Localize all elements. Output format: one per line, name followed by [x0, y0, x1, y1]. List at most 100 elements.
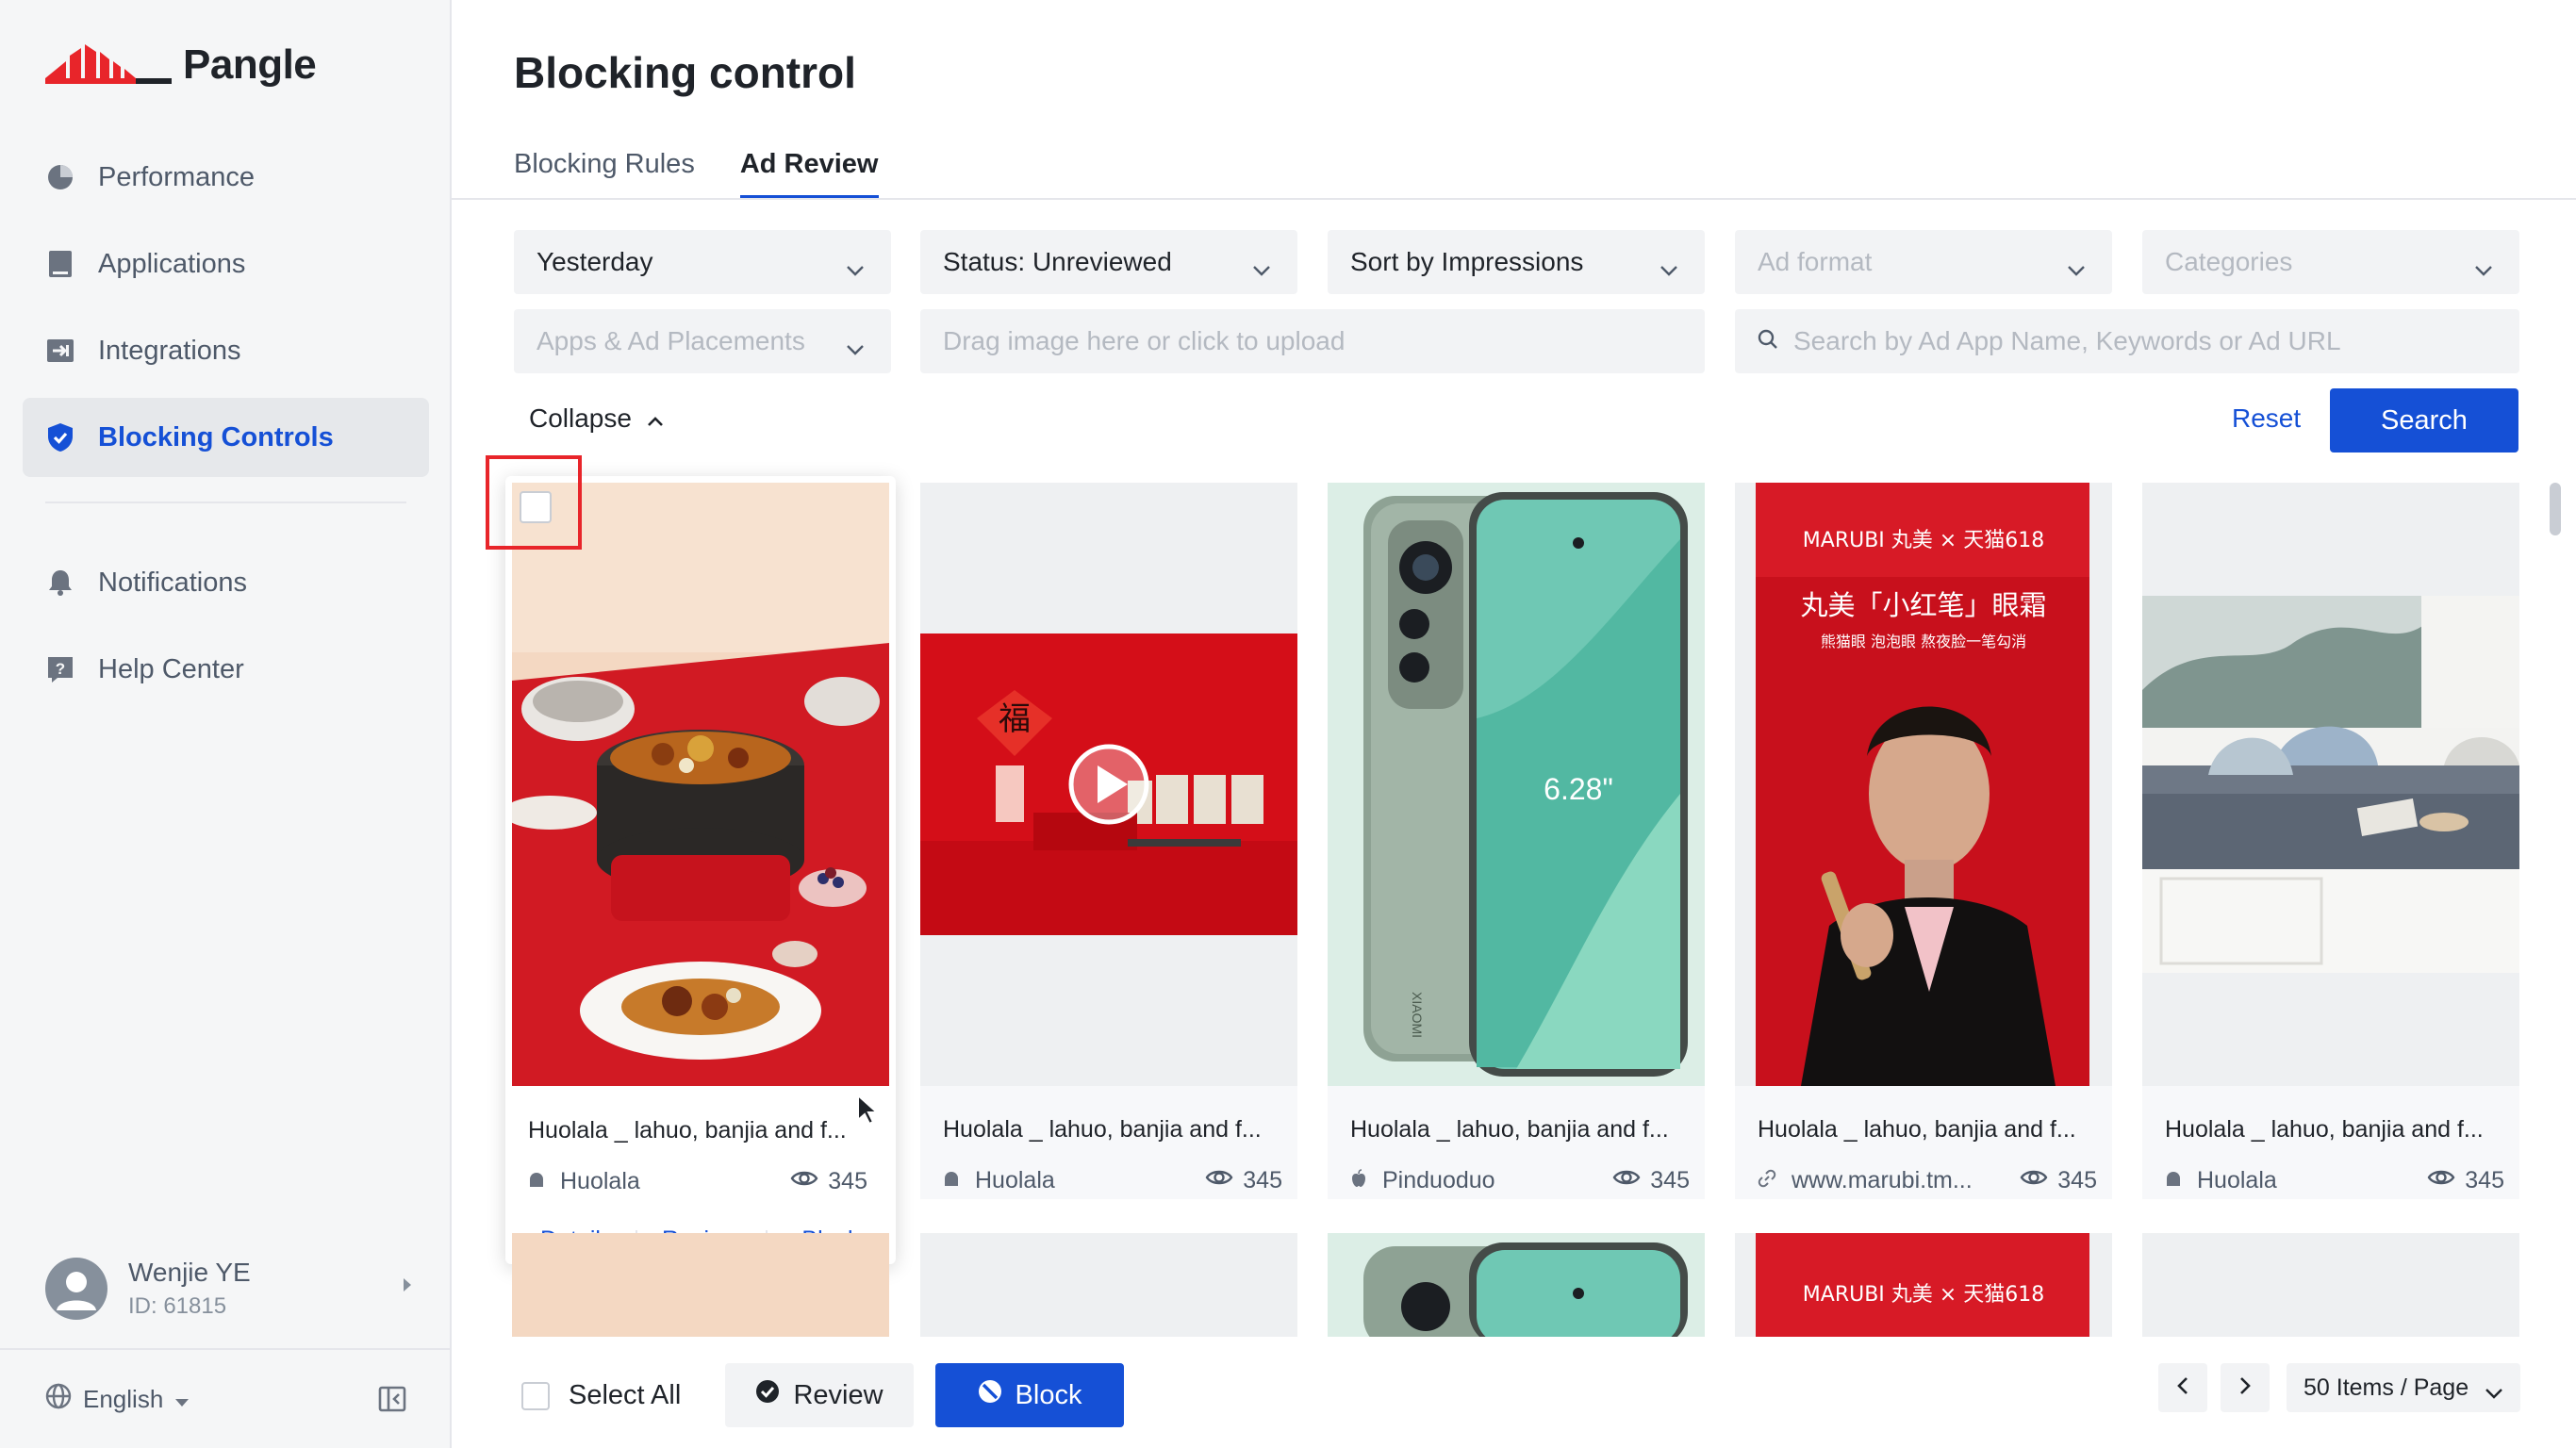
svg-text:?: ?: [56, 660, 65, 678]
chevron-down-icon: [2485, 1378, 2503, 1406]
ad-card-partial[interactable]: [1328, 1233, 1705, 1337]
ad-creative-video[interactable]: 福: [920, 483, 1297, 1086]
check-circle-icon: [755, 1379, 780, 1411]
impressions-count: 345: [828, 1168, 867, 1194]
impressions-count: 345: [1650, 1167, 1690, 1193]
sidebar-item-help-center[interactable]: ? Help Center: [23, 630, 429, 709]
ad-brand-text: MARUBI 丸美 × 天猫618: [1803, 1283, 2044, 1307]
ad-card-title: Huolala _ lahuo, banjia and f...: [943, 1116, 1262, 1143]
sidebar-item-label: Performance: [98, 161, 256, 192]
sort-select[interactable]: Sort by Impressions: [1328, 230, 1705, 294]
search-button[interactable]: Search: [2330, 388, 2518, 452]
chevron-up-icon: [647, 403, 664, 434]
apps-placements-placeholder: Apps & Ad Placements: [537, 326, 805, 355]
chevron-down-icon: [1660, 253, 1678, 283]
language-label: English: [83, 1384, 164, 1413]
shield-icon: [45, 422, 75, 452]
android-icon: [943, 1167, 960, 1194]
search-input[interactable]: Search by Ad App Name, Keywords or Ad UR…: [1735, 309, 2519, 373]
phone-brand-text: XIAOMI: [1410, 992, 1425, 1038]
sidebar-item-notifications[interactable]: Notifications: [23, 543, 429, 622]
sidebar-item-label: Applications: [98, 248, 246, 279]
page-title: Blocking control: [514, 48, 856, 97]
sidebar-item-label: Notifications: [98, 567, 247, 598]
chevron-down-icon: [1252, 253, 1271, 283]
bulk-block-button[interactable]: Block: [935, 1363, 1124, 1427]
sidebar-item-performance[interactable]: Performance: [23, 138, 429, 217]
date-select-value: Yesterday: [537, 247, 653, 276]
collapse-label: Collapse: [529, 403, 632, 433]
help-icon: ?: [45, 654, 75, 684]
sidebar-item-label: Integrations: [98, 335, 241, 366]
sidebar-item-integrations[interactable]: Integrations: [23, 311, 429, 390]
chevron-down-icon: [846, 332, 865, 362]
ad-card-meta: Huolala 345: [943, 1167, 1282, 1194]
apps-placements-select[interactable]: Apps & Ad Placements: [514, 309, 891, 373]
tab-blocking-rules[interactable]: Blocking Rules: [514, 149, 695, 199]
eye-cream-ad: MARUBI 丸美 × 天猫618 丸美「小红笔」眼霜 熊猫眼 泡泡眼 熬夜脸一…: [1735, 483, 2112, 1086]
ad-card-title: Huolala _ lahuo, banjia and f...: [1350, 1116, 1669, 1143]
ad-format-placeholder: Ad format: [1758, 247, 1873, 276]
ad-creative-image[interactable]: MARUBI 丸美 × 天猫618 丸美「小红笔」眼霜 熊猫眼 泡泡眼 熬夜脸一…: [1735, 483, 2112, 1086]
status-select-value: Status: Unreviewed: [943, 247, 1172, 276]
prev-page-button[interactable]: [2158, 1363, 2207, 1412]
impressions: 345: [1612, 1167, 1690, 1194]
ad-app-name: Pinduoduo: [1382, 1167, 1495, 1193]
ad-card[interactable]: XIAOMI 6.28" Huolala _ lahuo, banjia and…: [1328, 483, 1705, 1199]
sidebar-item-blocking-controls[interactable]: Blocking Controls: [23, 398, 429, 477]
checkbox-box: [521, 1381, 550, 1410]
sidebar-footer: English: [0, 1348, 450, 1448]
sort-select-value: Sort by Impressions: [1350, 247, 1584, 276]
globe-icon: [45, 1383, 72, 1416]
ad-card[interactable]: Huolala _ lahuo, banjia and f... Huolala…: [2142, 483, 2519, 1199]
items-per-page-select[interactable]: 50 Items / Page: [2287, 1363, 2520, 1412]
language-selector[interactable]: English: [45, 1383, 190, 1416]
android-icon: [528, 1168, 545, 1195]
window-seat-photo: [2142, 483, 2519, 1086]
ad-creative-image[interactable]: [512, 483, 889, 1086]
user-id: ID: 61815: [128, 1293, 227, 1319]
caret-down-icon: [174, 1385, 190, 1414]
ad-card-partial[interactable]: [2142, 1233, 2519, 1337]
ad-card-partial[interactable]: [920, 1233, 1297, 1337]
ad-creative-image[interactable]: [2142, 483, 2519, 1086]
status-select[interactable]: Status: Unreviewed: [920, 230, 1297, 294]
ad-card-meta: Pinduoduo 345: [1350, 1167, 1690, 1194]
sidebar-divider: [45, 502, 406, 503]
next-page-button[interactable]: [2221, 1363, 2270, 1412]
select-all-checkbox[interactable]: Select All: [521, 1380, 681, 1411]
pangle-logo[interactable]: Pangle: [45, 41, 317, 89]
categories-placeholder: Categories: [2165, 247, 2293, 276]
collapse-filters-button[interactable]: Collapse: [529, 403, 664, 434]
eye-icon: [2020, 1167, 2048, 1194]
ad-card[interactable]: MARUBI 丸美 × 天猫618 丸美「小红笔」眼霜 熊猫眼 泡泡眼 熬夜脸一…: [1735, 483, 2112, 1199]
date-select[interactable]: Yesterday: [514, 230, 891, 294]
user-profile[interactable]: Wenjie YE ID: 61815: [45, 1254, 413, 1324]
categories-select[interactable]: Categories: [2142, 230, 2519, 294]
bulk-block-label: Block: [1015, 1379, 1082, 1410]
sidebar-item-applications[interactable]: Applications: [23, 224, 429, 304]
impressions-count: 345: [2465, 1167, 2504, 1193]
impressions-count: 345: [1243, 1167, 1282, 1193]
search-icon: [1758, 326, 1778, 356]
ad-card[interactable]: 福 Huolala _ lahuo, banjia and f... Huola…: [920, 483, 1297, 1199]
ad-creative-image[interactable]: XIAOMI 6.28": [1328, 483, 1705, 1086]
ad-card-meta: www.marubi.tm... 345: [1758, 1167, 2097, 1194]
scrollbar-thumb[interactable]: [2550, 483, 2561, 535]
ad-format-select[interactable]: Ad format: [1735, 230, 2112, 294]
collapse-sidebar-icon[interactable]: [378, 1386, 406, 1419]
ad-card-checkbox[interactable]: [520, 491, 552, 523]
chevron-down-icon: [2474, 253, 2493, 283]
reset-button[interactable]: Reset: [2232, 403, 2301, 434]
user-name: Wenjie YE: [128, 1258, 251, 1287]
ad-card[interactable]: Huolala _ lahuo, banjia and f... Huolala…: [505, 476, 896, 1264]
bulk-review-button[interactable]: Review: [725, 1363, 914, 1427]
mouse-cursor-icon: [856, 1093, 881, 1130]
ad-card-partial[interactable]: MARUBI 丸美 × 天猫618: [1735, 1233, 2112, 1337]
ad-card-title: Huolala _ lahuo, banjia and f...: [1758, 1116, 2076, 1143]
ad-card-title: Huolala _ lahuo, banjia and f...: [2165, 1116, 2484, 1143]
search-placeholder: Search by Ad App Name, Keywords or Ad UR…: [1793, 326, 2341, 355]
tab-ad-review[interactable]: Ad Review: [739, 149, 879, 199]
image-upload-dropzone[interactable]: Drag image here or click to upload: [920, 309, 1705, 373]
ad-card-partial[interactable]: [512, 1233, 889, 1337]
